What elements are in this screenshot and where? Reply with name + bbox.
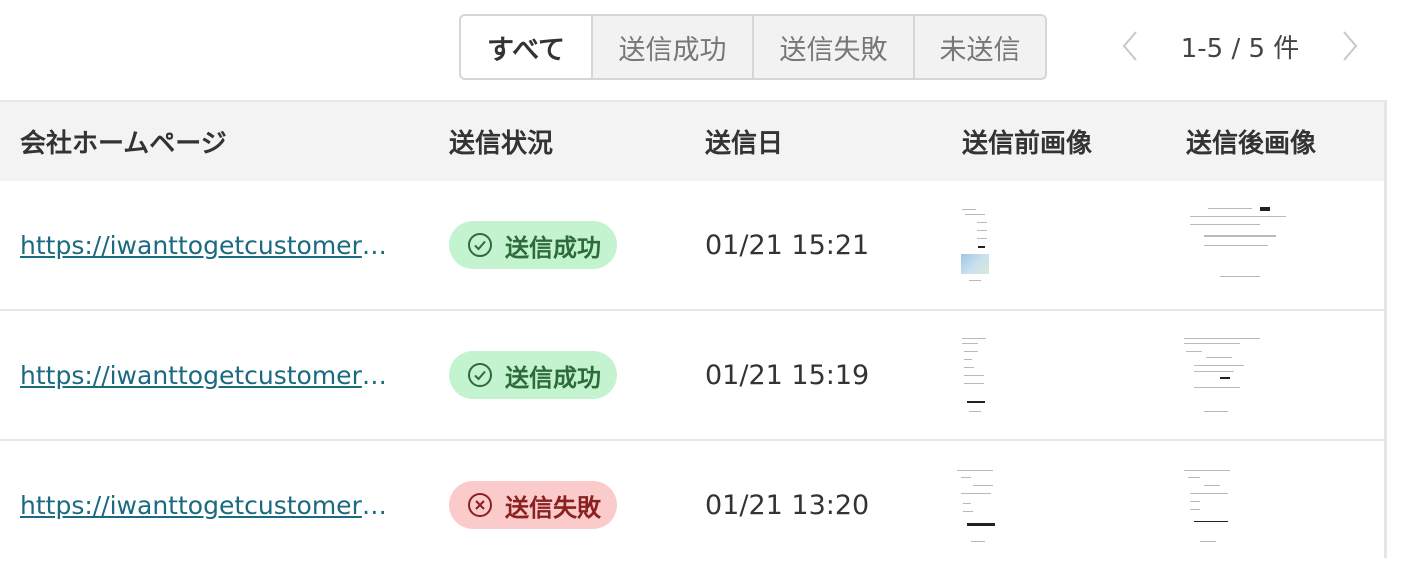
before-screenshot-thumbnail[interactable] <box>961 335 989 417</box>
filter-success-button[interactable]: 送信成功 <box>591 16 752 78</box>
submissions-table: 会社ホームページ 送信状況 送信日 送信前画像 送信後画像 https://iw… <box>0 100 1387 571</box>
sent-date: 01/21 13:20 <box>705 489 870 521</box>
table-row: https://iwanttogetcustomers.wordpress.co… <box>0 181 1387 311</box>
company-homepage-link[interactable]: https://iwanttogetcustomers.wordpress.co… <box>20 491 395 520</box>
filter-all-button[interactable]: すべて <box>461 16 592 78</box>
after-screenshot-thumbnail[interactable] <box>1184 467 1234 547</box>
table-header: 会社ホームページ 送信状況 送信日 送信前画像 送信後画像 <box>0 100 1387 181</box>
status-filter-group: すべて 送信成功 送信失敗 未送信 <box>459 14 1047 80</box>
check-circle-icon <box>468 363 492 387</box>
status-label: 送信失敗 <box>505 493 601 522</box>
chevron-right-icon <box>1343 31 1358 61</box>
x-circle-icon <box>468 493 492 517</box>
after-screenshot-thumbnail[interactable] <box>1184 335 1264 417</box>
status-badge: 送信成功 <box>449 221 617 269</box>
filter-failed-button[interactable]: 送信失敗 <box>752 16 913 78</box>
next-page-button[interactable] <box>1330 20 1370 72</box>
before-screenshot-thumbnail[interactable] <box>957 467 997 547</box>
pagination-range: 1-5 / 5 件 <box>1180 33 1300 64</box>
check-circle-icon <box>468 233 492 257</box>
pagination: 1-5 / 5 件 <box>1110 20 1370 72</box>
status-badge: 送信成功 <box>449 351 617 399</box>
chevron-left-icon <box>1122 31 1137 61</box>
prev-page-button[interactable] <box>1110 20 1150 72</box>
table-row: https://iwanttogetcustomers.wordpress.co… <box>0 441 1387 571</box>
status-badge: 送信失敗 <box>449 481 617 529</box>
column-header-homepage: 会社ホームページ <box>20 129 227 159</box>
company-homepage-link[interactable]: https://iwanttogetcustomers.wordpress.co… <box>20 361 395 390</box>
status-label: 送信成功 <box>505 363 601 392</box>
sent-date: 01/21 15:21 <box>705 229 870 261</box>
column-header-before-image: 送信前画像 <box>962 129 1093 159</box>
table-row: https://iwanttogetcustomers.wordpress.co… <box>0 311 1387 441</box>
table-right-border <box>1384 100 1387 558</box>
status-label: 送信成功 <box>505 233 601 262</box>
filter-unsent-button[interactable]: 未送信 <box>912 16 1045 78</box>
column-header-date: 送信日 <box>705 129 784 159</box>
company-homepage-link[interactable]: https://iwanttogetcustomers.wordpress.co… <box>20 231 395 260</box>
sent-date: 01/21 15:19 <box>705 359 870 391</box>
column-header-after-image: 送信後画像 <box>1186 129 1317 159</box>
before-screenshot-thumbnail[interactable] <box>961 206 989 284</box>
after-screenshot-thumbnail[interactable] <box>1184 205 1294 285</box>
column-header-status: 送信状況 <box>449 129 554 159</box>
